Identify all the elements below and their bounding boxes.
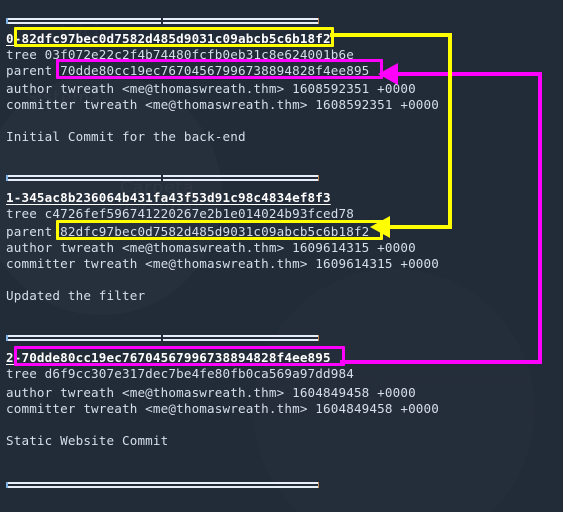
commit-tree-line-0: tree 03f072e22c2f4b74480fcfb0eb31c8e6240…: [6, 47, 354, 62]
commit-author-line-2: author twreath <me@thomaswreath.thm> 160…: [6, 385, 416, 400]
commit-header-1: 1-345ac8b236064b431fa43f53d91c98c4834ef8…: [6, 190, 331, 205]
commit-parent-line-0: parent 70dde80cc19ec76704567996738894828…: [6, 63, 370, 78]
commit-message-2: Static Website Commit: [6, 433, 169, 448]
commit-author-line-1: author twreath <me@thomaswreath.thm> 160…: [6, 240, 416, 255]
commit-header-2: 2-70dde80cc19ec76704567996738894828f4ee8…: [6, 350, 331, 365]
commit-tree-line-1: tree c4726fef596741220267e2b1e014024b93f…: [6, 206, 354, 221]
commit-committer-line-2: committer twreath <me@thomaswreath.thm> …: [6, 401, 439, 416]
commit-tree-line-2: tree d6f9cc307e317dec7be4fe80fb0ca569a97…: [6, 366, 354, 381]
separator-line: [6, 335, 319, 341]
commit-header-0: 0-82dfc97bec0d7582d485d9031c09abcb5c6b18…: [6, 31, 331, 46]
commit-committer-line-1: committer twreath <me@thomaswreath.thm> …: [6, 256, 439, 271]
terminal-output: 0-82dfc97bec0d7582d485d9031c09abcb5c6b18…: [0, 0, 563, 512]
commit-author-line-0: author twreath <me@thomaswreath.thm> 160…: [6, 81, 416, 96]
commit-committer-line-0: committer twreath <me@thomaswreath.thm> …: [6, 97, 439, 112]
separator-line: [6, 175, 319, 181]
separator-line: [6, 482, 319, 488]
terminal-screenshot: Inicio Sistema Carpeta personal 0-82dfc9…: [0, 0, 563, 512]
separator-line: [6, 18, 319, 24]
commit-message-1: Updated the filter: [6, 288, 146, 303]
commit-parent-line-1: parent 82dfc97bec0d7582d485d9031c09abcb5…: [6, 224, 370, 239]
commit-message-0: Initial Commit for the back-end: [6, 129, 246, 144]
